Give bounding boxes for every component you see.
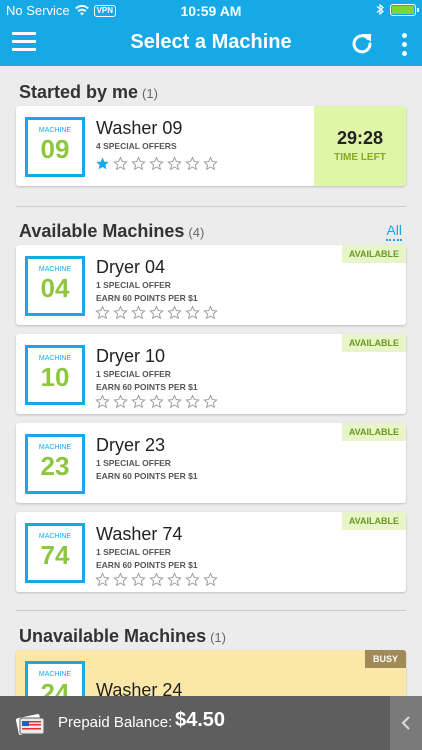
rating-stars[interactable] [95, 394, 218, 409]
started-machine-card[interactable]: MACHINE 09 Washer 09 4 SPECIAL OFFERS 29… [16, 106, 406, 186]
star-icon[interactable] [149, 156, 164, 171]
special-offers: 4 SPECIAL OFFERS [96, 141, 177, 151]
star-icon[interactable] [149, 572, 164, 587]
machine-name: Dryer 23 [96, 435, 166, 455]
balance-value: $4.50 [175, 709, 226, 731]
points-info: EARN 60 POINTS PER $1 [96, 560, 198, 570]
machine-badge: MACHINE 09 [25, 117, 85, 177]
star-icon[interactable] [203, 572, 218, 587]
bluetooth-icon [376, 3, 384, 16]
star-icon[interactable] [131, 156, 146, 171]
battery-icon [390, 3, 419, 16]
more-vertical-icon[interactable] [396, 30, 412, 58]
special-offers: 1 SPECIAL OFFER [96, 458, 171, 468]
section-started: Started by me (1) [19, 82, 158, 102]
machine-badge: MACHINE 10 [25, 345, 85, 405]
points-info: EARN 60 POINTS PER $1 [96, 471, 198, 481]
chevron-left-icon[interactable] [390, 696, 422, 750]
machine-name: Dryer 10 [96, 346, 166, 366]
divider [16, 610, 406, 611]
machine-card[interactable]: MACHINE 23 Dryer 23 1 SPECIAL OFFER EARN… [16, 423, 406, 503]
divider [16, 206, 406, 207]
star-icon[interactable] [185, 394, 200, 409]
status-badge: AVAILABLE [341, 512, 406, 530]
machine-name: Dryer 04 [96, 257, 166, 277]
special-offers: 1 SPECIAL OFFER [96, 369, 171, 379]
star-icon[interactable] [113, 156, 128, 171]
time-left-box: 29:28 TIME LEFT [314, 106, 406, 186]
star-icon[interactable] [185, 156, 200, 171]
machine-card[interactable]: MACHINE 10 Dryer 10 1 SPECIAL OFFER EARN… [16, 334, 406, 414]
status-time: 10:59 AM [180, 3, 242, 19]
star-icon[interactable] [203, 305, 218, 320]
app-header: No Service VPN 10:59 AM Select a Machine [0, 0, 422, 66]
balance-label: Prepaid Balance: [58, 714, 173, 731]
star-icon[interactable] [113, 572, 128, 587]
status-bar: No Service VPN 10:59 AM [0, 0, 422, 22]
machine-card[interactable]: MACHINE 04 Dryer 04 1 SPECIAL OFFER EARN… [16, 245, 406, 325]
star-icon[interactable] [185, 572, 200, 587]
machine-card[interactable]: MACHINE 74 Washer 74 1 SPECIAL OFFER EAR… [16, 512, 406, 592]
star-icon[interactable] [113, 394, 128, 409]
machine-badge: MACHINE 24 [25, 661, 85, 696]
status-badge: AVAILABLE [341, 334, 406, 352]
star-icon[interactable] [95, 305, 110, 320]
status-badge: BUSY [364, 650, 406, 668]
star-icon[interactable] [167, 156, 182, 171]
machine-name: Washer 09 [96, 118, 183, 138]
rating-stars[interactable] [95, 572, 218, 587]
star-icon[interactable] [167, 305, 182, 320]
machine-list[interactable]: Started by me (1) MACHINE 09 Washer 09 4 … [0, 66, 422, 696]
time-left-value: 29:28 [336, 128, 384, 148]
star-icon[interactable] [167, 394, 182, 409]
rating-stars[interactable] [95, 156, 218, 171]
star-icon[interactable] [95, 156, 110, 171]
star-icon[interactable] [131, 305, 146, 320]
star-icon[interactable] [203, 394, 218, 409]
all-link[interactable]: All [386, 222, 402, 241]
machine-name: Washer 74 [96, 524, 183, 544]
refresh-icon[interactable] [348, 30, 376, 58]
nav-bar: Select a Machine [0, 22, 422, 66]
time-left-label: TIME LEFT [334, 152, 386, 163]
star-icon[interactable] [131, 572, 146, 587]
special-offers: 1 SPECIAL OFFER [96, 547, 171, 557]
star-icon[interactable] [185, 305, 200, 320]
section-available: Available Machines (4) [19, 221, 205, 241]
star-icon[interactable] [95, 572, 110, 587]
star-icon[interactable] [149, 305, 164, 320]
prepaid-balance-bar[interactable]: Prepaid Balance: $4.50 [0, 696, 422, 750]
status-badge: AVAILABLE [341, 423, 406, 441]
star-icon[interactable] [149, 394, 164, 409]
special-offers: 1 SPECIAL OFFER [96, 280, 171, 290]
star-icon[interactable] [113, 305, 128, 320]
star-icon[interactable] [95, 394, 110, 409]
rating-stars[interactable] [95, 305, 218, 320]
section-unavailable: Unavailable Machines (1) [19, 626, 226, 646]
star-icon[interactable] [203, 156, 218, 171]
credit-card-icon [16, 714, 45, 735]
star-icon[interactable] [167, 572, 182, 587]
points-info: EARN 60 POINTS PER $1 [96, 293, 198, 303]
machine-badge: MACHINE 74 [25, 523, 85, 583]
busy-machine-card[interactable]: MACHINE 24 Washer 24 BUSY [16, 650, 406, 696]
machine-badge: MACHINE 23 [25, 434, 85, 494]
machine-name: Washer 24 [96, 680, 183, 696]
star-icon[interactable] [131, 394, 146, 409]
status-badge: AVAILABLE [341, 245, 406, 263]
points-info: EARN 60 POINTS PER $1 [96, 382, 198, 392]
machine-badge: MACHINE 04 [25, 256, 85, 316]
